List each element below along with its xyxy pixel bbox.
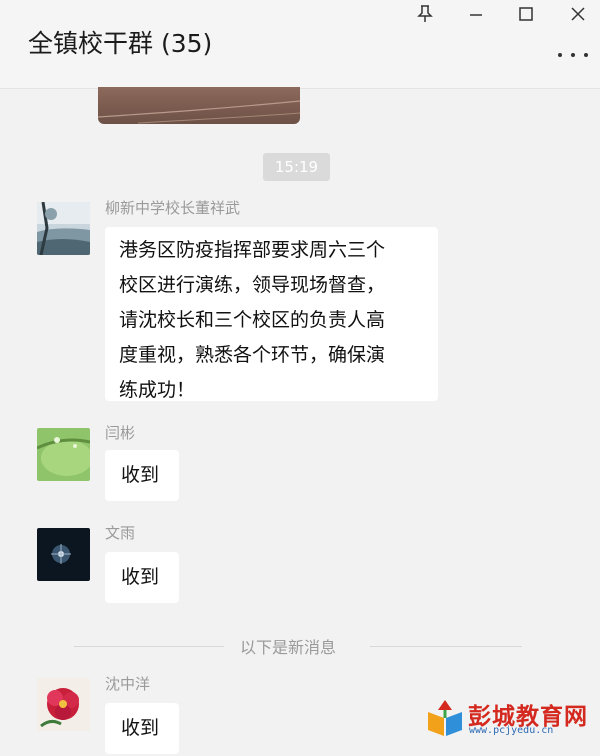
pin-icon[interactable]: [412, 2, 438, 26]
chat-header: 全镇校干群 (35): [0, 0, 600, 89]
message-bubble[interactable]: 收到: [105, 703, 179, 754]
watermark-url: www.pcjyedu.cn: [469, 725, 554, 736]
message-bubble[interactable]: 港务区防疫指挥部要求周六三个 校区进行演练，领导现场督查， 请沈校长和三个校区的…: [105, 227, 438, 401]
sender-name: 沈中洋: [105, 675, 151, 693]
book-logo-icon: [428, 700, 462, 736]
image-message[interactable]: [98, 87, 300, 124]
divider-line: [74, 646, 224, 647]
message-text: 收到: [121, 464, 160, 486]
sender-name: 柳新中学校长董祥武: [105, 199, 241, 217]
avatar[interactable]: [37, 678, 90, 731]
message-text-line: 度重视，熟悉各个环节，确保演: [119, 344, 386, 366]
message-text-line: 请沈校长和三个校区的负责人高: [119, 309, 386, 331]
message-bubble[interactable]: 收到: [105, 450, 179, 501]
avatar[interactable]: [37, 202, 90, 255]
avatar[interactable]: [37, 528, 90, 581]
message-text: 收到: [121, 566, 160, 588]
message-timestamp: 15:19: [263, 153, 330, 181]
watermark-logo: 彭城教育网 www.pcjyedu.cn: [424, 696, 594, 742]
message-bubble[interactable]: 收到: [105, 552, 179, 603]
message-text-line: 校区进行演练，领导现场督查，: [119, 274, 386, 296]
more-icon[interactable]: [558, 48, 588, 62]
message-text-line: 练成功！: [119, 379, 196, 401]
avatar[interactable]: [37, 428, 90, 481]
message-text: 收到: [121, 717, 160, 739]
minimize-icon[interactable]: [463, 2, 489, 26]
chat-title: 全镇校干群 (35): [28, 29, 213, 58]
message-text-line: 港务区防疫指挥部要求周六三个: [119, 239, 386, 261]
new-messages-divider: 以下是新消息: [240, 638, 337, 657]
divider-line: [370, 646, 522, 647]
sender-name: 闫彬: [105, 424, 136, 442]
close-icon[interactable]: [565, 2, 591, 26]
sender-name: 文雨: [105, 524, 136, 542]
maximize-icon[interactable]: [513, 2, 539, 26]
